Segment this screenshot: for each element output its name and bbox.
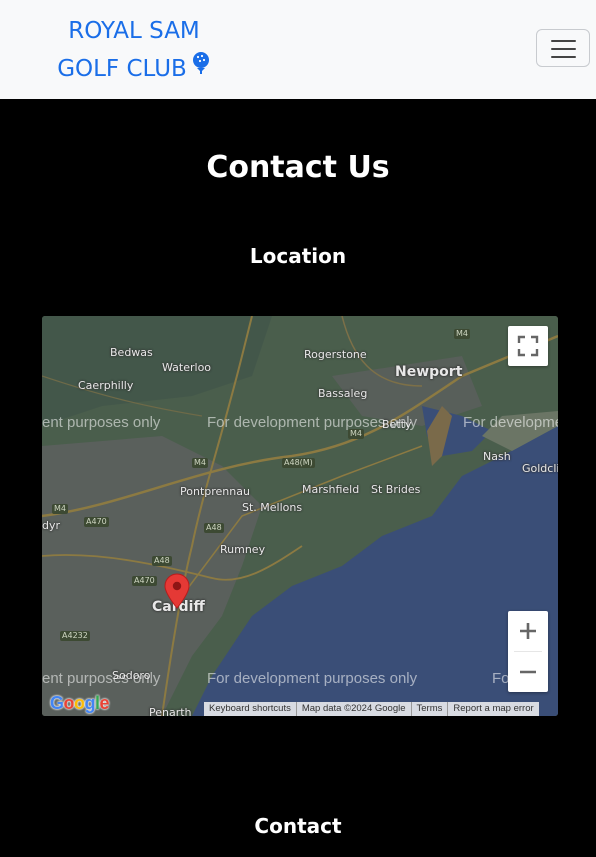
place-label: Nash [483, 450, 511, 463]
place-label: Pontprennau [180, 485, 250, 498]
dev-watermark: ent purposes only [42, 670, 161, 687]
place-label: St Brides [371, 483, 421, 496]
report-map-error-link[interactable]: Report a map error [447, 702, 538, 716]
map-base-layer [42, 316, 558, 716]
place-label: Caerphilly [78, 379, 134, 392]
road-label: A48(M) [282, 458, 315, 468]
place-label: Newport [395, 364, 463, 380]
fullscreen-icon [508, 335, 548, 369]
keyboard-shortcuts-link[interactable]: Keyboard shortcuts [204, 702, 296, 716]
road-label: A470 [84, 517, 109, 527]
place-label: Penarth [149, 706, 192, 716]
location-map[interactable]: Bedwas Rogerstone Waterloo Newport Caerp… [42, 316, 558, 716]
brand-link[interactable]: ROYAL SAM GOLF CLUB [50, 12, 218, 88]
place-label: Bedwas [110, 346, 153, 359]
page-title: Contact Us [206, 150, 390, 185]
dev-watermark: For development purposes only [207, 414, 418, 431]
place-label: Goldcli [522, 462, 558, 475]
place-label: Rumney [220, 543, 266, 556]
terms-link[interactable]: Terms [410, 702, 448, 716]
place-label: Rogerstone [304, 348, 367, 361]
road-label: M4 [454, 329, 470, 339]
location-heading: Location [249, 244, 347, 268]
brand-line-2: GOLF CLUB [50, 50, 218, 88]
road-label: M4 [192, 458, 208, 468]
navbar: ROYAL SAM GOLF CLUB [0, 0, 596, 99]
dev-watermark: For development purposes only [207, 670, 418, 687]
map-data-text: Map data ©2024 Google [295, 702, 411, 716]
place-label: dyr [42, 519, 61, 532]
map-zoom-in-button[interactable] [508, 611, 548, 651]
contact-heading: Contact [254, 814, 342, 838]
place-label: St. Mellons [242, 501, 303, 514]
road-label: A4232 [60, 631, 90, 641]
map-zoom-out-button[interactable] [508, 652, 548, 692]
brand-line-1: ROYAL SAM [68, 18, 200, 44]
minus-icon [508, 670, 548, 695]
navbar-toggler-button[interactable] [536, 29, 590, 67]
golf-ball-tee-icon [191, 49, 211, 87]
road-label: A48 [204, 523, 224, 533]
map-pin-icon[interactable] [164, 573, 190, 613]
place-label: Waterloo [162, 361, 212, 374]
map-attribution-bar: Keyboard shortcuts Map data ©2024 Google… [204, 702, 539, 716]
brand-line-2-text: GOLF CLUB [57, 56, 187, 82]
road-label: A48 [152, 556, 172, 566]
google-logo[interactable]: Google [50, 693, 110, 714]
map-fullscreen-button[interactable] [508, 326, 548, 366]
dev-watermark: For developme [463, 414, 558, 431]
map-zoom-control [508, 611, 548, 692]
dev-watermark: ent purposes only [42, 414, 161, 431]
place-label: Marshfield [302, 483, 360, 496]
road-label: M4 [52, 504, 68, 514]
road-label: A470 [132, 576, 157, 586]
place-label: Bassaleg [318, 387, 368, 400]
